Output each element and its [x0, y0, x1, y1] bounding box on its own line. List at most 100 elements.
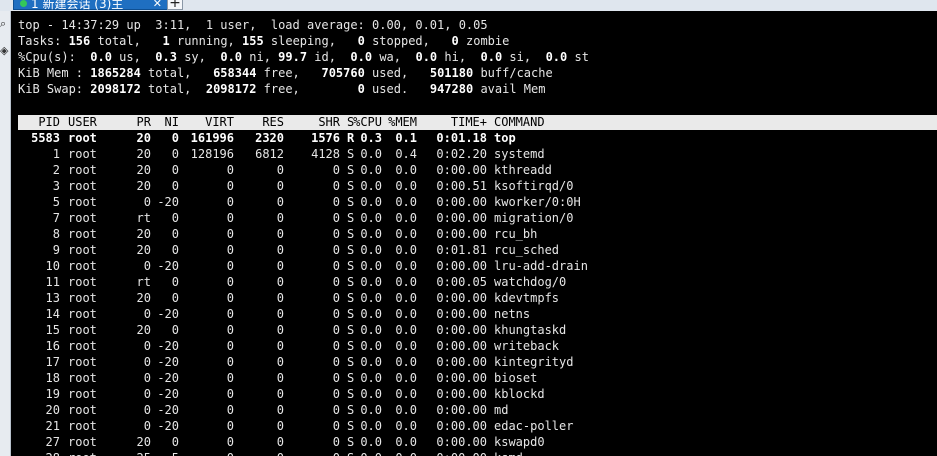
cell-pid: 27: [45, 435, 60, 449]
cell-virt: 0: [226, 163, 234, 177]
cpu-text: ni,: [242, 50, 279, 64]
cell-time: 0:00.00: [436, 227, 487, 241]
new-tab-button[interactable]: +: [167, 0, 183, 10]
mem-value: 1865284: [90, 66, 141, 80]
tasks-value: 0: [451, 34, 459, 48]
tool-icon[interactable]: ◈: [0, 44, 8, 57]
table-row: 18 root 0 -20 0 0 0 S 0.0 0.0 0:00.00 bioset: [18, 370, 937, 386]
cell-mem: 0.0: [395, 450, 417, 456]
cell-s: S: [347, 147, 355, 161]
cell-res: 2320: [255, 131, 284, 145]
cell-pr: 0: [143, 339, 151, 353]
cell-mem: 0.0: [395, 403, 417, 417]
cell-command: kintegrityd: [494, 355, 574, 369]
tab-session[interactable]: 1 新建会话 (3)主 ✕: [13, 0, 171, 11]
connected-status-icon: [20, 0, 27, 7]
table-row: 7 root rt 0 0 0 0 S 0.0 0.0 0:00.00 migration/0: [18, 210, 937, 226]
search-icon[interactable]: ⌕: [0, 17, 6, 31]
cell-res: 0: [276, 195, 284, 209]
cell-shr: 0: [332, 419, 340, 433]
cell-time: 0:00.00: [436, 355, 487, 369]
cell-time: 0:00.00: [436, 339, 487, 353]
cell-ni: 0: [171, 323, 179, 337]
cell-mem: 0.0: [395, 195, 417, 209]
cell-virt: 0: [226, 307, 234, 321]
cell-cpu: 0.0: [360, 227, 382, 241]
cell-time: 0:02.20: [436, 147, 487, 161]
cell-shr: 0: [332, 387, 340, 401]
cell-time: 0:00.00: [436, 403, 487, 417]
cell-virt: 0: [226, 371, 234, 385]
cell-ni: 0: [171, 163, 179, 177]
cell-command: ksoftirqd/0: [494, 179, 574, 193]
cell-ni: 5: [172, 450, 179, 456]
cell-pr: rt: [136, 275, 151, 289]
cell-time: 0:00.00: [436, 291, 487, 305]
terminal[interactable]: top - 14:37:29 up 3:11, 1 user, load ave…: [11, 11, 937, 456]
cell-pr: 20: [136, 291, 151, 305]
cpu-value: 99.7: [278, 50, 308, 64]
cell-user: root: [68, 387, 97, 401]
cell-pr: 20: [136, 243, 151, 257]
tasks-text: running,: [169, 34, 242, 48]
cell-user: root: [68, 403, 97, 417]
cpu-text: sy,: [176, 50, 221, 64]
cell-cpu: 0.3: [360, 131, 382, 145]
cell-shr: 0: [332, 275, 340, 289]
mem-text: KiB Mem :: [18, 66, 91, 80]
cell-s: S: [347, 403, 355, 417]
cell-mem: 0.0: [395, 307, 417, 321]
cell-cpu: 0.0: [360, 323, 382, 337]
cell-s: R: [347, 131, 355, 145]
cell-ni: -20: [157, 403, 179, 417]
cell-user: root: [68, 243, 97, 257]
cell-s: S: [347, 211, 355, 225]
cell-pr: 20: [136, 323, 151, 337]
cell-user: root: [68, 147, 97, 161]
cell-res: 0: [276, 179, 284, 193]
cell-virt: 0: [226, 387, 234, 401]
cell-time: 0:00.51: [436, 179, 487, 193]
cell-user: root: [68, 163, 97, 177]
cell-command: top: [494, 131, 516, 145]
cell-res: 0: [276, 339, 284, 353]
column-header-res: RES: [262, 115, 284, 129]
tasks-text: zombie: [458, 34, 510, 48]
tasks-text: total,: [90, 34, 163, 48]
cell-cpu: 0.0: [360, 450, 382, 456]
cell-command: netns: [494, 307, 531, 321]
table-row: 27 root 20 0 0 0 0 S 0.0 0.0 0:00.00 kswapd0: [18, 434, 937, 450]
table-row: 17 root 0 -20 0 0 0 S 0.0 0.0 0:00.00 kintegrityd: [18, 354, 937, 370]
cell-virt: 0: [226, 227, 234, 241]
swap-value: 2098172: [205, 82, 257, 96]
cell-virt: 0: [226, 179, 234, 193]
cell-pid: 5: [52, 195, 60, 209]
cell-pr: 0: [143, 307, 151, 321]
cell-command: lru-add-drain: [494, 259, 588, 273]
cell-time: 0:00.00: [436, 371, 487, 385]
table-row: 10 root 0 -20 0 0 0 S 0.0 0.0 0:00.00 lru-add-drain: [18, 258, 937, 274]
close-icon[interactable]: ✕: [153, 0, 162, 11]
cell-res: 0: [276, 403, 284, 417]
cell-shr: 0: [332, 339, 340, 353]
cell-time: 0:00.00: [436, 323, 487, 337]
cell-time: 0:00.00: [436, 419, 487, 433]
cell-command: edac-poller: [494, 419, 574, 433]
cell-cpu: 0.0: [360, 355, 382, 369]
cell-pr: 20: [136, 435, 151, 449]
cell-user: root: [68, 195, 97, 209]
cell-shr: 4128: [311, 147, 340, 161]
cell-command: kblockd: [494, 387, 545, 401]
mem-line: KiB Mem : 1865284 total, 658344 free, 70…: [18, 65, 553, 81]
cell-res: 6812: [255, 147, 284, 161]
cell-ni: 0: [171, 147, 179, 161]
cell-ni: 0: [171, 227, 179, 241]
cell-shr: 0: [332, 371, 340, 385]
swap-text: used.: [364, 82, 430, 96]
cell-s: S: [347, 275, 355, 289]
cell-mem: 0.0: [395, 163, 417, 177]
cell-command: writeback: [494, 339, 560, 353]
cell-command: migration/0: [494, 211, 574, 225]
cell-pr: rt: [136, 211, 151, 225]
cell-command: md: [494, 403, 509, 417]
